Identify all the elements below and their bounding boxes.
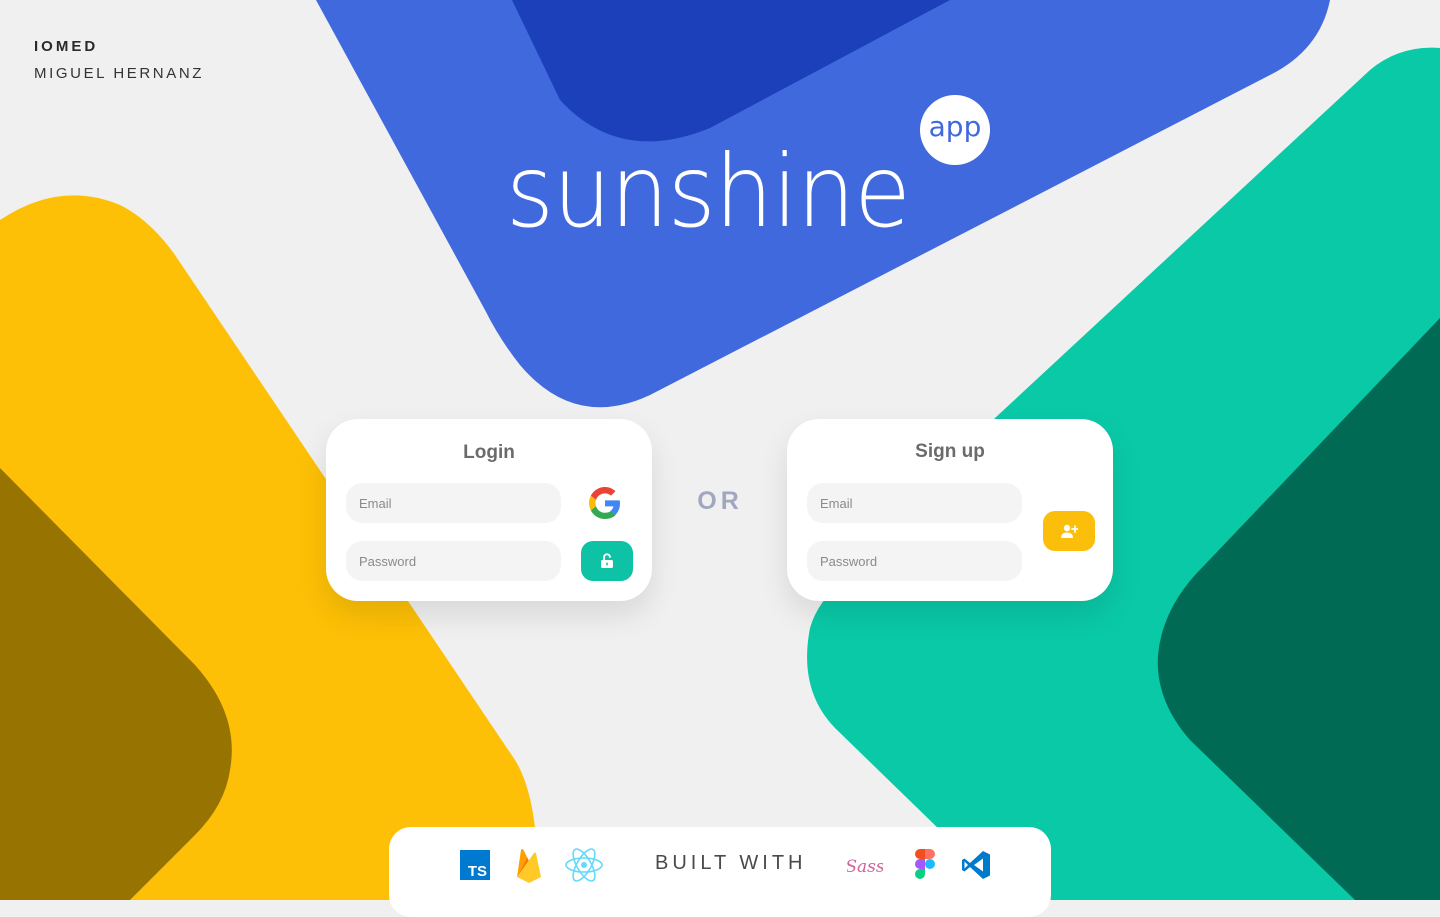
- built-with-bar: TS BUILT WITH Sass: [389, 827, 1051, 917]
- signup-password-input[interactable]: [807, 541, 1022, 581]
- app-logo-word: sunshine: [506, 133, 911, 250]
- google-logo-icon[interactable]: [589, 487, 621, 519]
- firebase-icon: [512, 847, 546, 883]
- sass-icon: Sass: [847, 847, 883, 883]
- sass-logo-text: Sass: [847, 857, 883, 877]
- signup-title: Sign up: [915, 441, 985, 462]
- brand-block: IOMED MIGUEL HERNANZ: [34, 38, 204, 82]
- signup-card: Sign up: [787, 419, 1113, 601]
- login-card: Login: [326, 419, 652, 601]
- signup-email-input[interactable]: [807, 483, 1022, 523]
- login-password-input[interactable]: [346, 541, 561, 581]
- typescript-icon: TS: [458, 847, 492, 883]
- author-name: MIGUEL HERNANZ: [34, 65, 205, 82]
- add-user-icon: [1061, 524, 1078, 538]
- vscode-icon: [959, 847, 993, 883]
- or-divider: OR: [697, 487, 743, 515]
- typescript-badge-text: TS: [468, 863, 487, 880]
- company-name: IOMED: [34, 38, 99, 55]
- signup-submit-button[interactable]: [1043, 511, 1095, 551]
- login-email-input[interactable]: [346, 483, 561, 523]
- unlock-icon: [601, 553, 613, 568]
- figma-icon: [908, 847, 942, 883]
- login-submit-button[interactable]: [581, 541, 633, 581]
- built-with-label: BUILT WITH: [655, 852, 807, 874]
- react-icon: [563, 847, 605, 883]
- login-title: Login: [463, 442, 515, 463]
- app-logo-badge: app: [920, 95, 990, 165]
